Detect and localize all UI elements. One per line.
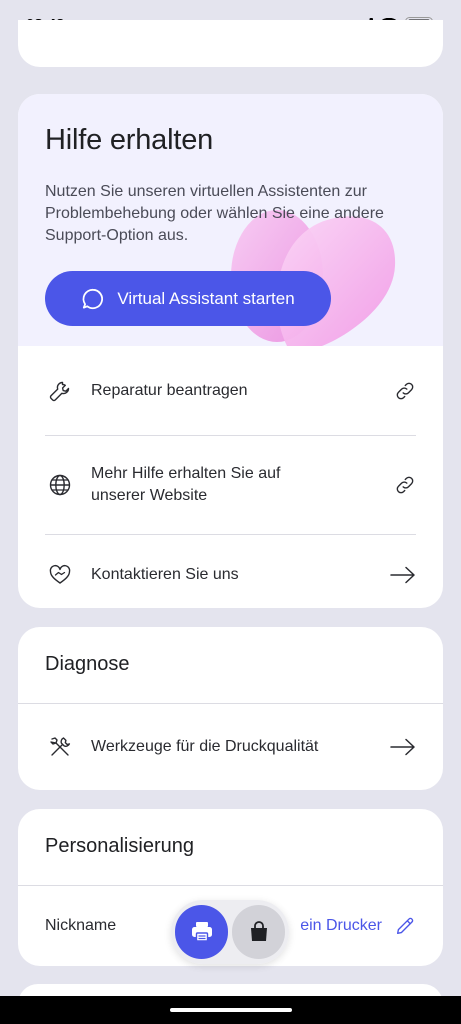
floating-tab-bar	[171, 900, 289, 964]
arrow-right-icon	[388, 566, 416, 584]
diagnose-title: Diagnose	[45, 653, 130, 675]
help-hero: Hilfe erhalten Nutzen Sie unseren virtue…	[18, 94, 443, 346]
nickname-value: ein Drucker	[300, 917, 382, 934]
list-item-print-quality-tools[interactable]: Werkzeuge für die Druckqualität	[45, 704, 416, 790]
printer-icon	[191, 922, 212, 942]
list-item-repair[interactable]: Reparatur beantragen	[45, 346, 416, 436]
tab-printer[interactable]	[175, 905, 228, 959]
list-item-website-help[interactable]: Mehr Hilfe erhalten Sie auf unserer Webs…	[45, 436, 416, 535]
pencil-icon[interactable]	[394, 915, 416, 937]
chat-bubble-icon	[82, 288, 104, 309]
list-item-label: Reparatur beantragen	[91, 381, 248, 399]
handshake-heart-icon	[47, 563, 73, 587]
diagnose-card: Diagnose Werkzeuge für die Druckqualität	[18, 627, 443, 790]
tab-shop[interactable]	[232, 905, 285, 959]
virtual-assistant-label: Virtual Assistant starten	[117, 288, 295, 308]
globe-icon	[47, 473, 73, 497]
virtual-assistant-button[interactable]: Virtual Assistant starten	[45, 271, 331, 326]
wrench-icon	[47, 379, 73, 403]
help-title: Hilfe erhalten	[45, 124, 214, 156]
arrow-right-icon	[388, 738, 416, 756]
previous-card	[18, 20, 443, 67]
list-item-contact[interactable]: Kontaktieren Sie uns	[45, 535, 416, 608]
help-description: Nutzen Sie unseren virtuellen Assistente…	[45, 183, 384, 244]
shopping-bag-icon	[250, 921, 267, 941]
nickname-edit[interactable]: ein Drucker	[300, 915, 416, 937]
nickname-label: Nickname	[45, 917, 117, 934]
list-item-label: Kontaktieren Sie uns	[91, 566, 239, 583]
tools-icon	[47, 735, 73, 759]
help-card: Hilfe erhalten Nutzen Sie unseren virtue…	[18, 94, 443, 608]
link-icon	[388, 380, 416, 402]
list-item-label: Werkzeuge für die Druckqualität	[91, 738, 319, 755]
home-indicator[interactable]	[170, 1008, 292, 1012]
link-icon	[388, 474, 416, 496]
personalization-title: Personalisierung	[45, 835, 194, 857]
list-item-label: Mehr Hilfe erhalten Sie auf unserer Webs…	[91, 465, 281, 504]
